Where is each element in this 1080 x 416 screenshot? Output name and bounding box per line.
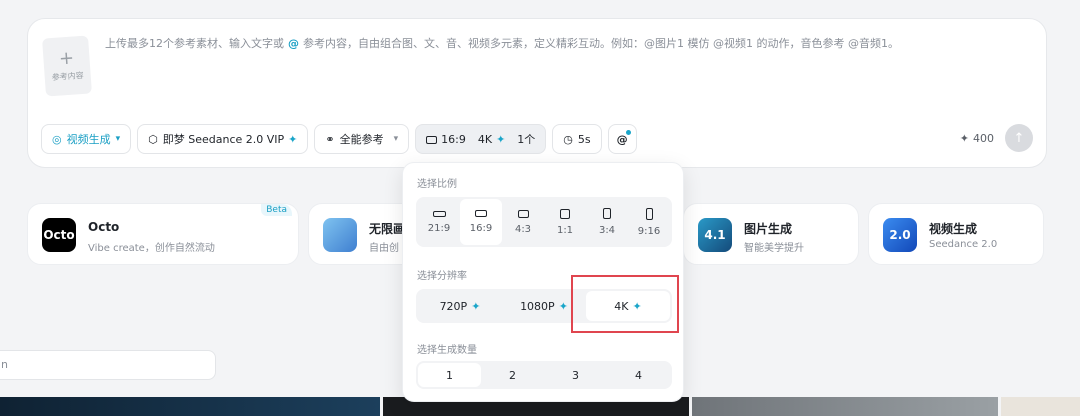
ratio-label: 9:16 (637, 225, 661, 237)
card-subtitle: 智能美学提升 (744, 243, 804, 254)
chevron-down-icon: ▾ (115, 134, 121, 144)
ratio-selector: 21:9 16:9 4:3 1:1 3:4 9:16 (416, 197, 672, 247)
plus-icon: + (58, 47, 75, 70)
ratio-option-16-9[interactable]: 16:9 (460, 199, 502, 245)
card-subtitle: Seedance 2.0 (929, 239, 998, 250)
ratio-option-1-1[interactable]: 1:1 (544, 199, 586, 245)
annotation-highlight-box (571, 275, 679, 333)
gallery-thumbnail[interactable] (0, 397, 380, 416)
count-segment: 1个 (517, 133, 536, 146)
ratio-icon (426, 135, 438, 144)
reference-icon: ⚭ (325, 132, 335, 146)
upload-label: 参考内容 (51, 70, 84, 82)
ratio-21-9-icon (432, 210, 446, 217)
ratio-option-4-3[interactable]: 4:3 (502, 199, 544, 245)
notification-dot (625, 130, 631, 135)
ratio-4-3-icon (517, 209, 529, 218)
mode-label: 视频生成 (66, 133, 111, 146)
composer-card: + 参考内容 上传最多12个参考素材、输入文字或 @ 参考内容，自由组合图、文、音、… (27, 18, 1047, 168)
video-mode-icon: ◎ (52, 132, 62, 146)
prompt-suffix: 参考内容，自由组合图、文、音、视频多元素，定义精彩互动。例如：@图片1 模仿 @… (303, 37, 899, 50)
card-subtitle: Vibe create，创作自然流动 (88, 243, 215, 254)
search-input[interactable]: n (0, 350, 216, 380)
credits-display: ✦ 400 (960, 132, 994, 145)
duration-label: 5s (577, 132, 591, 146)
credit-sparkle-icon: ✦ (959, 132, 969, 145)
card-title: 无限画 (369, 222, 406, 236)
resolution-label: 1080P (520, 299, 555, 313)
count-section-title: 选择生成数量 (417, 345, 477, 356)
card-video-generation[interactable]: 2.0 视频生成 Seedance 2.0 (868, 203, 1044, 265)
ratio-3-4-icon (603, 208, 611, 219)
ratio-9-16-icon (645, 207, 653, 220)
ratio-option-3-4[interactable]: 3:4 (586, 199, 628, 245)
cube-icon: ⬡ (148, 132, 158, 146)
card-title: Octo (88, 220, 120, 234)
count-option-4[interactable]: 4 (607, 363, 670, 387)
sparkle-icon: ✦ (288, 132, 298, 146)
ratio-16-9-icon (475, 210, 487, 217)
count-option-3[interactable]: 3 (544, 363, 607, 387)
resolution-label: 720P (439, 299, 468, 313)
card-subtitle: 自由创 (369, 243, 399, 254)
card-octo[interactable]: Octo Octo Vibe create，创作自然流动 Beta (27, 203, 299, 265)
ratio-label: 21:9 (427, 222, 451, 234)
at-mention-icon: @ (288, 37, 299, 50)
gallery-thumbnail[interactable] (692, 397, 998, 416)
ratio-segment: 16:9 (426, 133, 466, 146)
clock-icon: ◷ (563, 132, 573, 146)
sparkle-icon: ✦ (558, 299, 568, 313)
ratio-label: 16:9 (469, 223, 493, 234)
prompt-prefix: 上传最多12个参考素材、输入文字或 (105, 37, 284, 50)
resolution-option-720p[interactable]: 720P ✦ (418, 291, 502, 321)
ratio-label: 4:3 (514, 223, 532, 235)
send-button[interactable]: ↑ (1005, 124, 1033, 152)
card-title: 图片生成 (744, 222, 793, 236)
ratio-option-9-16[interactable]: 9:16 (628, 199, 670, 245)
mode-dropdown[interactable]: ◎ 视频生成 ▾ (41, 124, 132, 154)
octo-logo-icon: Octo (42, 218, 76, 252)
model-label: 即梦 Seedance 2.0 VIP (162, 133, 285, 146)
sparkle-icon: ✦ (471, 299, 481, 313)
reference-dropdown[interactable]: ⚭ 全能参考 ▾ (314, 124, 410, 154)
mention-button[interactable]: @ (607, 124, 637, 154)
beta-badge: Beta (261, 204, 292, 216)
upload-reference-button[interactable]: + 参考内容 (42, 35, 92, 97)
ratio-option-21-9[interactable]: 21:9 (418, 199, 460, 245)
model-dropdown[interactable]: ⬡ 即梦 Seedance 2.0 VIP ✦ (137, 124, 309, 154)
image-gen-logo-icon: 4.1 (698, 218, 732, 252)
ratio-1-1-icon (560, 208, 570, 219)
ratio-value: 16:9 (441, 132, 466, 146)
card-title: 视频生成 (929, 222, 978, 236)
reference-label: 全能参考 (339, 133, 384, 146)
count-selector: 1 2 3 4 (416, 361, 672, 389)
resolution-value: 4K (477, 132, 493, 146)
pegasus-logo-icon (323, 218, 357, 252)
prompt-input[interactable]: 上传最多12个参考素材、输入文字或 @ 参考内容，自由组合图、文、音、视频多元素，定… (105, 35, 899, 51)
gallery-thumbnail[interactable] (1001, 397, 1080, 416)
composer-toolbar: ◎ 视频生成 ▾ ⬡ 即梦 Seedance 2.0 VIP ✦ ⚭ 全能参考 … (41, 123, 643, 155)
video-gen-logo-icon: 2.0 (883, 218, 917, 252)
arrow-up-icon: ↑ (1013, 130, 1025, 146)
count-option-2[interactable]: 2 (481, 363, 544, 387)
resolution-section-title: 选择分辨率 (417, 271, 467, 282)
card-image-generation[interactable]: 4.1 图片生成 智能美学提升 (683, 203, 859, 265)
sparkle-icon: ✦ (496, 132, 506, 146)
chevron-down-icon: ▾ (393, 134, 399, 144)
ratio-section-title: 选择比例 (417, 179, 457, 190)
credits-value: 400 (973, 132, 994, 145)
resolution-segment: 4K ✦ (478, 133, 505, 146)
ratio-label: 3:4 (598, 225, 616, 236)
duration-dropdown[interactable]: ◷ 5s (552, 124, 602, 154)
count-option-1[interactable]: 1 (418, 363, 481, 387)
ratio-label: 1:1 (556, 224, 574, 236)
ratio-resolution-count-button[interactable]: 16:9 4K ✦ 1个 (415, 124, 547, 154)
